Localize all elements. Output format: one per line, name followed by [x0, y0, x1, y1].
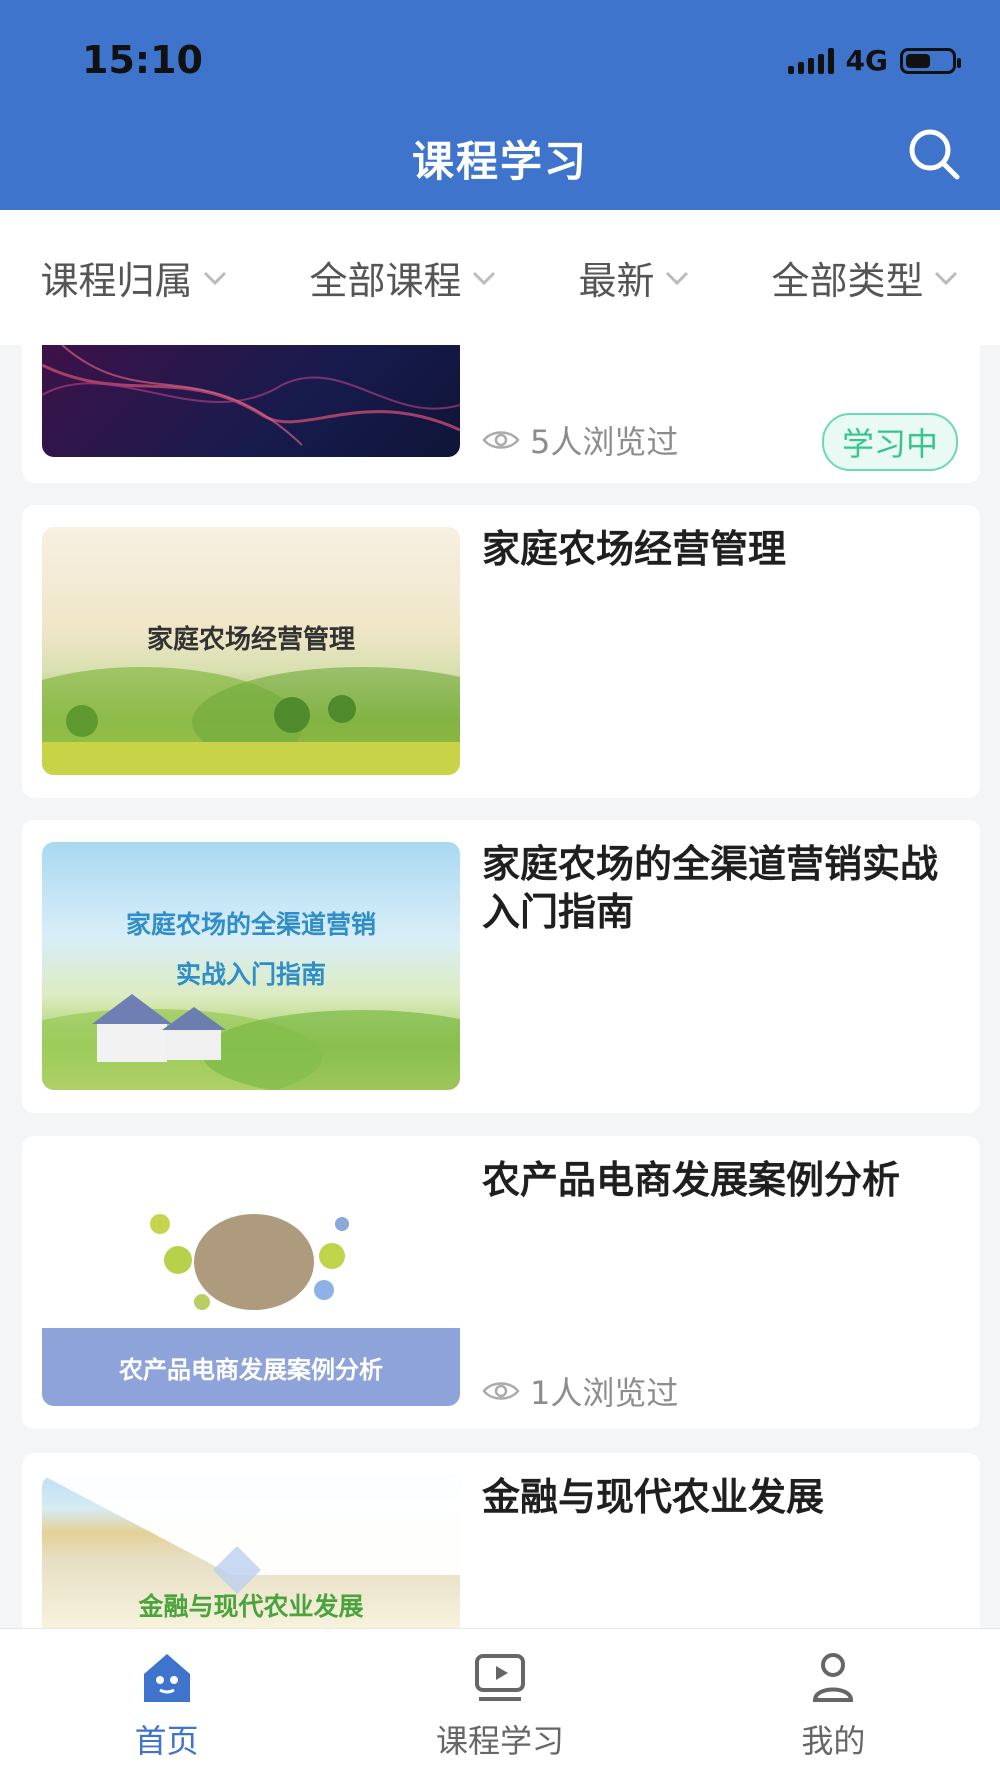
- course-title: 农产品电商发展案例分析: [482, 1158, 901, 1202]
- chevron-down-icon: [934, 271, 957, 285]
- status-time: 15:10: [82, 38, 203, 82]
- search-icon[interactable]: [906, 126, 962, 182]
- bottom-tab-bar: 首页 课程学习 我的: [0, 1628, 1000, 1779]
- tab-course-study[interactable]: 课程学习: [333, 1629, 666, 1779]
- filter-label: 全部课程: [309, 259, 462, 303]
- course-card[interactable]: 5人浏览过 学习中: [22, 345, 980, 483]
- course-title: 金融与现代农业发展: [482, 1475, 825, 1519]
- course-thumbnail: 金融与现代农业发展: [42, 1475, 460, 1628]
- page-title: 课程学习: [411, 137, 588, 186]
- chevron-down-icon: [665, 271, 688, 285]
- signal-icon: [787, 47, 834, 74]
- filter-all-types[interactable]: 全部类型: [771, 250, 959, 305]
- app-header: 15:10 4G 课程学习: [0, 0, 1000, 210]
- course-title: 家庭农场经营管理: [482, 527, 787, 571]
- view-count: 1人浏览过: [482, 1368, 678, 1414]
- course-card[interactable]: 农产品电商发展案例分析 农产品电商发展案例分析 1人浏览过: [22, 1136, 980, 1429]
- eye-icon: [482, 1382, 520, 1400]
- user-icon: [813, 1653, 854, 1702]
- filter-label: 最新: [578, 259, 655, 303]
- tab-label: 我的: [801, 1722, 866, 1760]
- view-count: 5人浏览过: [482, 417, 678, 463]
- battery-icon: [900, 47, 961, 74]
- tab-profile[interactable]: 我的: [667, 1629, 1000, 1779]
- course-thumbnail: 家庭农场经营管理: [42, 527, 460, 775]
- course-thumbnail: [42, 345, 460, 457]
- course-thumbnail: 农产品电商发展案例分析: [42, 1158, 460, 1406]
- tab-label: 首页: [134, 1722, 199, 1760]
- filter-course-owner[interactable]: 课程归属: [40, 250, 228, 305]
- play-icon: [474, 1654, 525, 1701]
- chevron-down-icon: [472, 271, 495, 285]
- thumbnail-title: 农产品电商发展案例分析: [119, 1356, 383, 1384]
- thumbnail-title: 金融与现代农业发展: [138, 1592, 364, 1621]
- course-card[interactable]: 家庭农场的全渠道营销 实战入门指南 家庭农场的全渠道营销实战入门指南: [22, 820, 980, 1113]
- filter-latest[interactable]: 最新: [578, 250, 690, 305]
- course-thumbnail: 家庭农场的全渠道营销 实战入门指南: [42, 842, 460, 1090]
- eye-icon: [482, 431, 520, 449]
- filter-all-courses[interactable]: 全部课程: [309, 250, 497, 305]
- filter-label: 课程归属: [40, 259, 193, 303]
- course-card[interactable]: 金融与现代农业发展 金融与现代农业发展: [22, 1453, 980, 1628]
- home-icon: [143, 1654, 190, 1702]
- chevron-down-icon: [203, 271, 226, 285]
- status-badge: 学习中: [821, 413, 958, 471]
- filter-bar: 课程归属 全部课程 最新 全部类型: [0, 210, 1000, 345]
- course-title: 家庭农场的全渠道营销实战入门指南: [482, 842, 939, 934]
- filter-label: 全部类型: [771, 259, 924, 303]
- tab-label: 课程学习: [435, 1722, 564, 1760]
- network-label: 4G: [845, 44, 888, 77]
- course-card[interactable]: 家庭农场经营管理 家庭农场经营管理: [22, 505, 980, 798]
- status-bar-right: 4G: [787, 44, 961, 77]
- tab-home[interactable]: 首页: [0, 1629, 333, 1779]
